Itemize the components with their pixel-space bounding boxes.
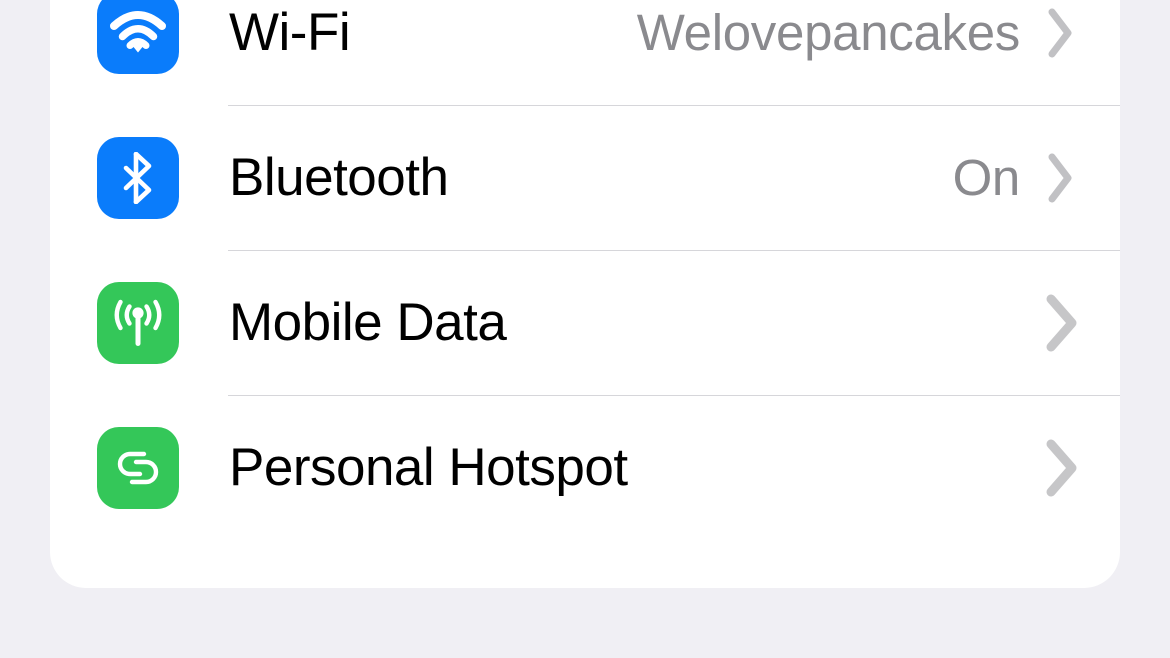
row-value: Welovepancakes (636, 4, 1021, 61)
settings-row-personal-hotspot[interactable]: Personal Hotspot (50, 395, 1120, 540)
chevron-right-icon[interactable] (1046, 151, 1076, 205)
antenna-broadcast-icon-tile (97, 281, 179, 364)
row-separator (228, 395, 1120, 396)
bluetooth-icon-tile (97, 136, 179, 219)
row-separator (228, 250, 1120, 251)
settings-screen: Wi-Fi Welovepancakes Bluetooth On Mobile… (0, 0, 1170, 658)
row-label: Bluetooth (229, 148, 449, 207)
bluetooth-icon (121, 151, 155, 204)
settings-row-wifi[interactable]: Wi-Fi Welovepancakes (50, 0, 1120, 105)
row-label: Wi-Fi (229, 3, 351, 62)
row-label: Personal Hotspot (229, 438, 628, 497)
settings-row-mobile-data[interactable]: Mobile Data (50, 250, 1120, 395)
chevron-right-icon[interactable] (1046, 6, 1076, 60)
chevron-right-icon[interactable] (1044, 292, 1082, 354)
antenna-broadcast-icon (109, 298, 167, 348)
settings-row-list: Wi-Fi Welovepancakes Bluetooth On Mobile… (50, 0, 1120, 540)
chain-link-icon-tile (97, 426, 179, 509)
chain-link-icon (110, 444, 166, 492)
row-value: On (952, 149, 1021, 206)
row-separator (228, 105, 1120, 106)
wifi-icon (110, 10, 166, 55)
wifi-icon-tile (97, 0, 179, 74)
settings-group-card: Wi-Fi Welovepancakes Bluetooth On Mobile… (50, 0, 1120, 588)
settings-row-bluetooth[interactable]: Bluetooth On (50, 105, 1120, 250)
row-label: Mobile Data (229, 293, 507, 352)
chevron-right-icon[interactable] (1044, 437, 1082, 499)
